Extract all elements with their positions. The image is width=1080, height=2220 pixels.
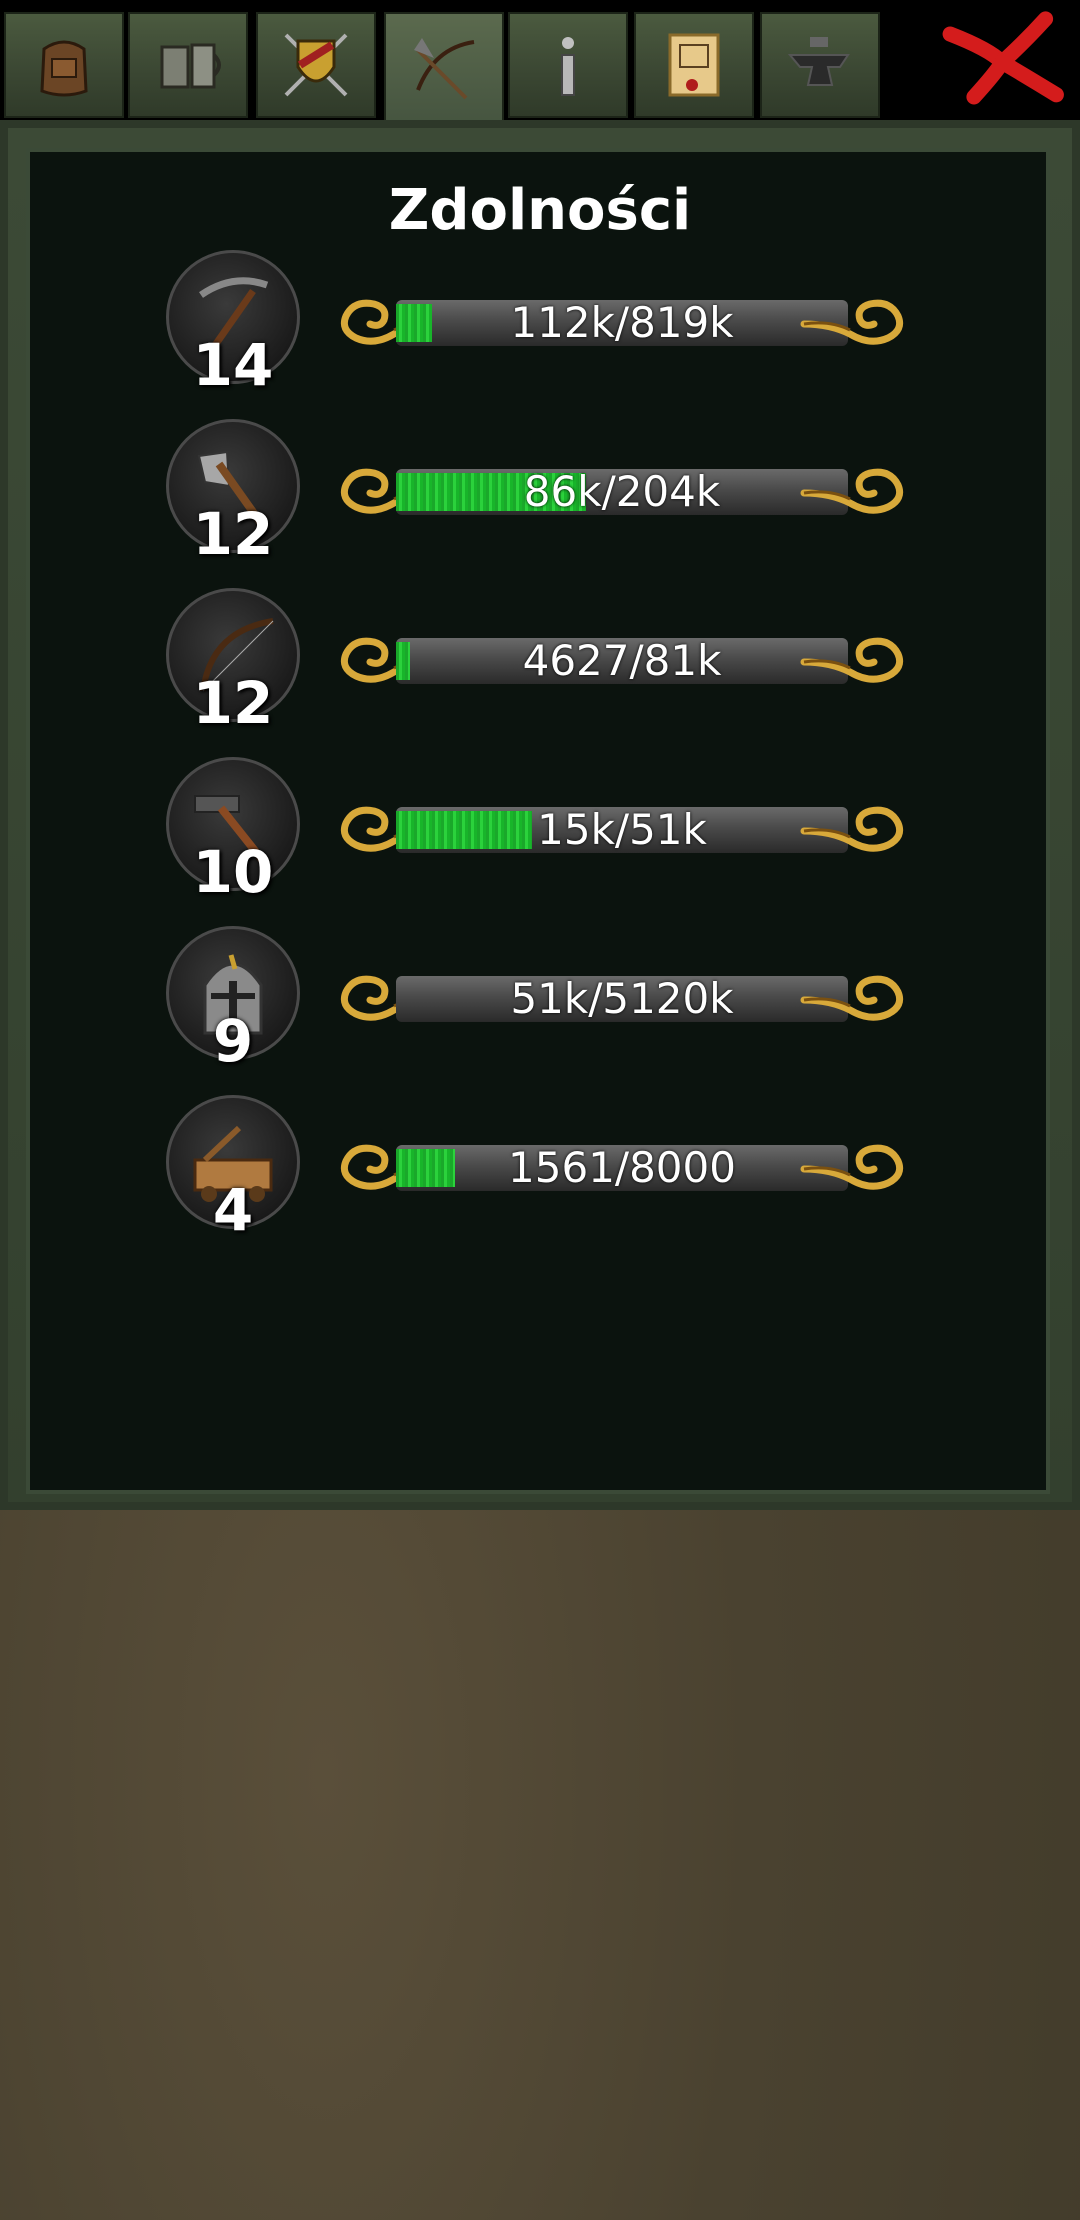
skill-row[interactable]: 10 15k/51k	[0, 757, 1080, 907]
skill-level: 14	[192, 331, 274, 399]
progress-text: 51k/5120k	[510, 974, 734, 1023]
guild-tab[interactable]	[256, 12, 376, 118]
progress-text: 15k/51k	[537, 805, 707, 854]
ornament-right-icon	[800, 290, 910, 356]
ornament-right-icon	[800, 1135, 910, 1201]
info-tab[interactable]	[508, 12, 628, 118]
tankard-icon	[160, 43, 221, 89]
skill-level: 9	[212, 1007, 254, 1075]
ornament-right-icon	[800, 797, 910, 863]
ornament-right-icon	[800, 628, 910, 694]
skill-row[interactable]: 14 112k/819k	[0, 250, 1080, 400]
ornament-right-icon	[800, 459, 910, 525]
progress-text: 86k/204k	[523, 467, 721, 516]
info-icon	[561, 37, 575, 96]
top-tab-bar	[0, 0, 1080, 124]
panel-title: Zdolności	[388, 178, 692, 243]
skill-row[interactable]: 4 1561/8000	[0, 1095, 1080, 1245]
progress-text: 4627/81k	[522, 636, 722, 685]
skill-level: 12	[192, 500, 274, 568]
close-icon	[942, 11, 1064, 105]
skill-progress-bar: 4627/81k	[334, 628, 910, 694]
backpack-tab[interactable]	[4, 12, 124, 118]
close-button[interactable]	[930, 4, 1070, 114]
skill-row[interactable]: 12 4627/81k	[0, 588, 1080, 738]
scroll-icon	[668, 33, 720, 97]
progress-text: 112k/819k	[510, 298, 734, 347]
skill-level: 10	[192, 838, 274, 906]
skill-row[interactable]: 12 86k/204k	[0, 419, 1080, 569]
skill-progress-bar: 1561/8000	[334, 1135, 910, 1201]
ornament-right-icon	[800, 966, 910, 1032]
progress-text: 1561/8000	[508, 1143, 736, 1192]
crafting-tab[interactable]	[760, 12, 880, 118]
shield-icon	[284, 33, 348, 97]
skill-level: 12	[192, 669, 274, 737]
skill-progress-bar: 86k/204k	[334, 459, 910, 525]
tavern-tab[interactable]	[128, 12, 248, 118]
skill-progress-bar: 51k/5120k	[334, 966, 910, 1032]
backpack-icon	[40, 40, 88, 97]
skill-row[interactable]: 9 51k/5120k	[0, 926, 1080, 1076]
anvil-icon	[787, 37, 850, 86]
quests-tab[interactable]	[634, 12, 754, 118]
skill-progress-bar: 15k/51k	[334, 797, 910, 863]
skill-level: 4	[212, 1176, 254, 1244]
skills-tab[interactable]	[384, 12, 504, 124]
skill-progress-bar: 112k/819k	[334, 290, 910, 356]
pickaxe-bow-icon	[414, 38, 475, 100]
